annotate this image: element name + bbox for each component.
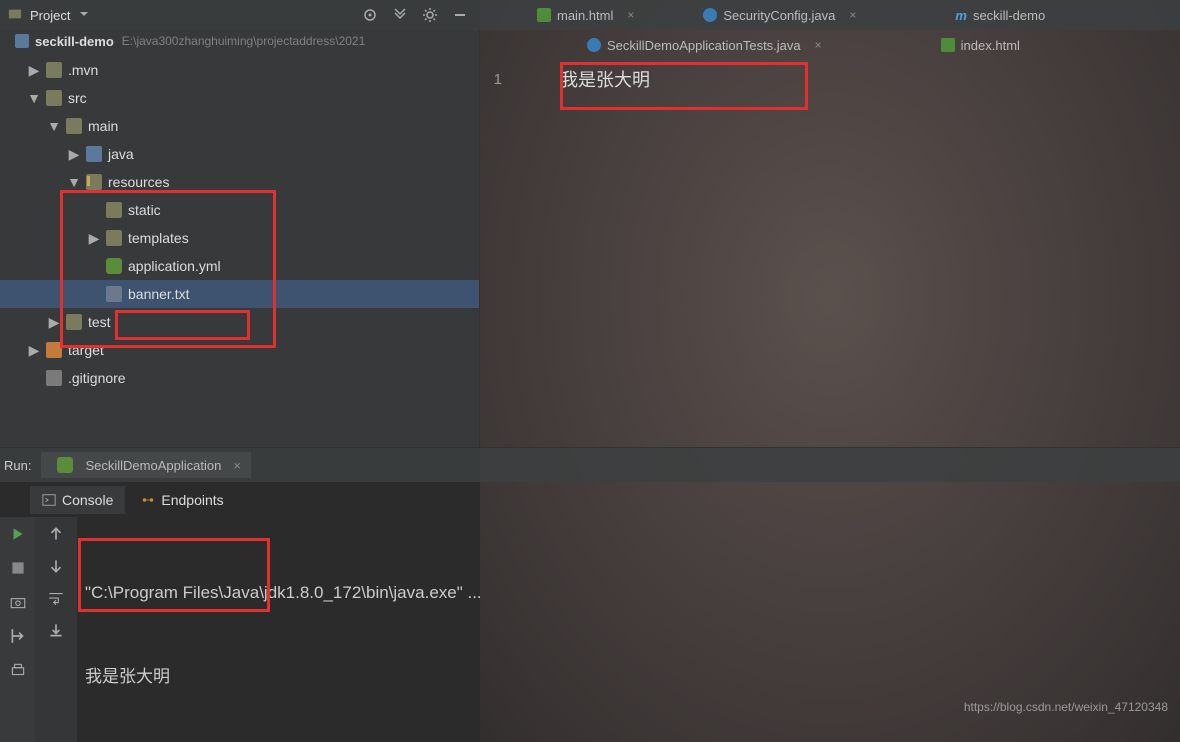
html-icon bbox=[941, 38, 955, 52]
console-toolbar bbox=[35, 517, 77, 742]
folder-icon bbox=[46, 90, 62, 106]
run-label: Run: bbox=[4, 458, 31, 473]
close-icon[interactable]: × bbox=[815, 38, 822, 52]
wrap-icon[interactable] bbox=[47, 589, 65, 607]
caret-down-icon: ▼ bbox=[68, 174, 80, 190]
watermark: https://blog.csdn.net/weixin_47120348 bbox=[964, 700, 1168, 714]
folder-icon bbox=[66, 118, 82, 134]
up-icon[interactable] bbox=[47, 525, 65, 543]
run-config-tab[interactable]: SeckillDemoApplication × bbox=[41, 452, 250, 478]
tree-banner-txt[interactable]: banner.txt bbox=[0, 280, 479, 308]
minimize-icon[interactable] bbox=[452, 7, 468, 23]
caret-down-icon: ▼ bbox=[48, 118, 60, 134]
folder-icon bbox=[106, 230, 122, 246]
tree-test[interactable]: ▶test bbox=[0, 308, 479, 336]
run-toolbar bbox=[0, 517, 35, 742]
tab-seckill-demo[interactable]: mseckill-demo bbox=[943, 0, 1057, 30]
console-tab[interactable]: Console bbox=[30, 486, 125, 514]
locate-icon[interactable] bbox=[362, 7, 378, 23]
print-icon[interactable] bbox=[9, 661, 27, 679]
folder-icon bbox=[46, 62, 62, 78]
folder-icon bbox=[86, 146, 102, 162]
tree-templates[interactable]: ▶templates bbox=[0, 224, 479, 252]
java-icon bbox=[703, 8, 717, 22]
settings-icon[interactable] bbox=[422, 7, 438, 23]
tree-gitignore[interactable]: .gitignore bbox=[0, 364, 479, 392]
down-icon[interactable] bbox=[47, 557, 65, 575]
tab-security-config[interactable]: SecurityConfig.java× bbox=[691, 0, 868, 30]
project-panel-label[interactable]: Project bbox=[30, 8, 70, 23]
tab-index-html[interactable]: index.html bbox=[929, 30, 1032, 60]
project-dropdown-icon[interactable] bbox=[78, 8, 90, 23]
close-icon[interactable]: × bbox=[627, 8, 634, 22]
editor-content[interactable]: 我是张大明 bbox=[560, 66, 650, 92]
caret-down-icon: ▼ bbox=[28, 90, 40, 106]
tree-static[interactable]: static bbox=[0, 196, 479, 224]
caret-right-icon: ▶ bbox=[68, 146, 80, 163]
caret-right-icon: ▶ bbox=[48, 314, 60, 331]
stop-icon[interactable] bbox=[9, 559, 27, 577]
folder-icon bbox=[66, 314, 82, 330]
yml-file-icon bbox=[106, 258, 122, 274]
maven-icon: m bbox=[955, 8, 967, 23]
tree-java[interactable]: ▶java bbox=[0, 140, 479, 168]
expand-icon[interactable] bbox=[392, 7, 408, 23]
spring-icon bbox=[57, 457, 73, 473]
tab-main-html[interactable]: main.html× bbox=[525, 0, 646, 30]
java-icon bbox=[587, 38, 601, 52]
tree-mvn[interactable]: ▶.mvn bbox=[0, 56, 479, 84]
endpoints-tab[interactable]: Endpoints bbox=[129, 486, 235, 514]
scroll-icon[interactable] bbox=[47, 621, 65, 639]
tree-application-yml[interactable]: application.yml bbox=[0, 252, 479, 280]
target-folder-icon bbox=[46, 342, 62, 358]
tree-src[interactable]: ▼src bbox=[0, 84, 479, 112]
tree-main[interactable]: ▼main bbox=[0, 112, 479, 140]
camera-icon[interactable] bbox=[9, 593, 27, 611]
tree-resources[interactable]: ▼resources bbox=[0, 168, 479, 196]
project-root[interactable]: seckill-demo E:\java300zhanghuiming\proj… bbox=[0, 30, 479, 52]
tab-tests-java[interactable]: SeckillDemoApplicationTests.java× bbox=[575, 30, 834, 60]
project-folder-icon bbox=[8, 7, 22, 24]
tree-target[interactable]: ▶target bbox=[0, 336, 479, 364]
close-icon[interactable]: × bbox=[233, 458, 241, 473]
caret-right-icon: ▶ bbox=[28, 342, 40, 359]
close-icon[interactable]: × bbox=[849, 8, 856, 22]
file-icon bbox=[46, 370, 62, 386]
module-icon bbox=[15, 34, 29, 48]
editor-gutter: 1 bbox=[480, 60, 510, 88]
exit-icon[interactable] bbox=[9, 627, 27, 645]
folder-icon bbox=[106, 202, 122, 218]
caret-right-icon: ▶ bbox=[28, 62, 40, 79]
rerun-icon[interactable] bbox=[9, 525, 27, 543]
resources-folder-icon bbox=[86, 174, 102, 190]
txt-file-icon bbox=[106, 286, 122, 302]
html-icon bbox=[537, 8, 551, 22]
caret-right-icon: ▶ bbox=[88, 230, 100, 247]
